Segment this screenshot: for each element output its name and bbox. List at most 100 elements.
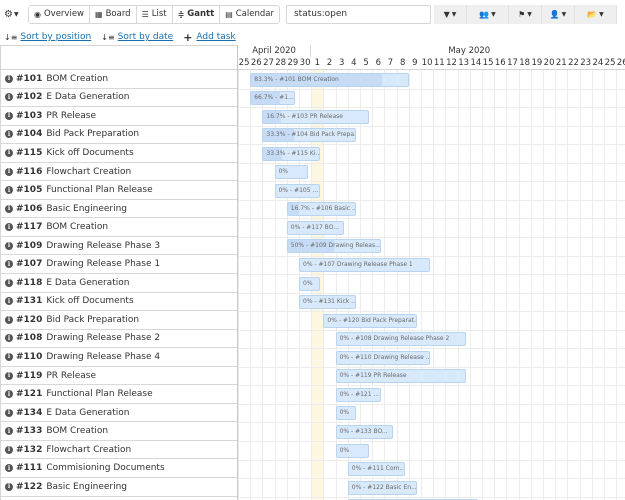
gantt-bar[interactable]: 33.3% - #115 Ki... xyxy=(262,146,320,161)
task-row[interactable]: i #122 Basic Engineering xyxy=(0,478,237,497)
status-filter-input[interactable] xyxy=(285,4,431,24)
info-icon[interactable]: i xyxy=(5,260,13,269)
info-icon[interactable]: i xyxy=(5,482,13,491)
info-icon[interactable]: i xyxy=(5,167,13,176)
task-row[interactable]: i #103 PR Release xyxy=(0,107,237,126)
task-row[interactable]: i #110 Drawing Release Phase 4 xyxy=(0,348,237,367)
task-row[interactable]: i #108 Drawing Release Phase 2 xyxy=(0,329,237,349)
task-row[interactable]: i #134 E Data Generation xyxy=(0,403,237,423)
gantt-bar[interactable]: 0% xyxy=(274,165,308,180)
day-header: 25 26 27 28 29 30 1 2 3 4 5 6 7 8 9 10 11 12 13 14 15 16 17 18 1… xyxy=(238,57,625,70)
gantt-bar[interactable]: 0% - #131 Kick ... xyxy=(299,295,357,310)
task-row[interactable]: i #120 Bid Pack Preparation xyxy=(0,311,237,330)
info-icon[interactable]: i xyxy=(5,111,13,120)
task-row[interactable]: i #132 Flowchart Creation xyxy=(0,440,237,460)
info-icon[interactable]: i xyxy=(5,408,13,417)
gantt-bar[interactable]: 66.7% - #1... xyxy=(250,91,296,106)
task-row[interactable]: i #102 E Data Generation xyxy=(0,88,237,108)
view-board-button[interactable]: ▦ Board xyxy=(90,5,137,23)
info-icon[interactable]: i xyxy=(5,297,13,306)
info-icon[interactable]: i xyxy=(5,371,13,380)
sort-by-date-link[interactable]: ↓≡ Sort by date xyxy=(101,32,173,42)
grid-column-line xyxy=(579,70,581,500)
gantt-bar[interactable]: 0% - #110 Drawing Release ... xyxy=(335,350,430,365)
task-row[interactable]: i #109 Drawing Release Phase 3 xyxy=(0,236,237,256)
info-icon[interactable]: i xyxy=(5,464,13,473)
gantt-bar[interactable]: 83.3% - #101 BOM Creation xyxy=(250,72,409,87)
info-icon[interactable]: i xyxy=(5,93,13,102)
info-icon[interactable]: i xyxy=(5,445,13,454)
task-row[interactable]: i #131 Kick off Documents xyxy=(0,292,237,312)
gantt-bar[interactable]: 0% - #111 Com... xyxy=(347,462,406,477)
info-icon[interactable]: i xyxy=(5,74,13,83)
task-row[interactable]: i #115 Kick off Documents xyxy=(0,144,237,163)
folder-icon: 📂 xyxy=(587,9,598,19)
task-row[interactable]: i #117 BOM Creation xyxy=(0,218,237,237)
info-icon[interactable]: i xyxy=(5,315,13,324)
view-overview-button[interactable]: ◉ Overview xyxy=(29,5,91,23)
view-list-button[interactable]: ☰ List xyxy=(136,5,173,23)
gantt-bar[interactable]: 0% - #107 Drawing Release Phase 1 xyxy=(299,258,430,272)
gantt-bar[interactable]: 0% - #122 Basic En... xyxy=(347,480,418,495)
gantt-bar[interactable]: 0% - #120 Bid Pack Preparat... xyxy=(323,313,418,328)
gantt-bar[interactable]: 0% - #121 ... xyxy=(335,387,381,402)
task-row[interactable]: i #106 Basic Engineering xyxy=(0,199,237,219)
task-name: PR Release xyxy=(46,110,97,121)
info-icon[interactable]: i xyxy=(5,148,13,157)
flag-filter-button[interactable]: ⚑ ▼ xyxy=(508,4,542,24)
gantt-bar[interactable]: 0% - #117 BO... xyxy=(286,220,345,235)
info-icon[interactable]: i xyxy=(5,390,13,399)
task-number: #121 xyxy=(16,389,43,400)
user-filter-button[interactable]: 👤 ▼ xyxy=(541,4,575,24)
task-row[interactable]: i #101 BOM Creation xyxy=(0,70,237,89)
task-row[interactable]: i #119 PR Release xyxy=(0,366,237,386)
folder-filter-button[interactable]: 📂 ▼ xyxy=(574,4,617,24)
view-calendar-button[interactable]: ▤ Calendar xyxy=(220,5,279,23)
grid-row-line xyxy=(238,88,625,90)
info-icon[interactable]: i xyxy=(5,204,13,213)
users-filter-button[interactable]: 👥 ▼ xyxy=(466,4,509,24)
add-task-link[interactable]: + Add task xyxy=(183,31,235,44)
task-row[interactable]: i #105 Functional Plan Release xyxy=(0,181,237,200)
bar-label: 50% - #109 Drawing Releas... xyxy=(290,242,381,250)
view-gantt-button[interactable]: ≑ Gantt xyxy=(172,5,221,23)
gantt-bar[interactable]: 0% xyxy=(335,443,369,458)
info-icon[interactable]: i xyxy=(5,241,13,250)
info-icon[interactable]: i xyxy=(5,278,13,287)
caret-down-icon: ▼ xyxy=(599,10,604,18)
info-icon[interactable]: i xyxy=(5,352,13,361)
sort-by-position-link[interactable]: ↓≡ Sort by position xyxy=(4,32,91,42)
gantt-bar[interactable]: 16.7% - #106 Basic ... xyxy=(286,202,357,217)
task-row[interactable]: i #104 Bid Pack Preparation xyxy=(0,125,237,145)
grid-row-line xyxy=(238,385,625,387)
info-icon[interactable]: i xyxy=(5,427,13,436)
task-number: #105 xyxy=(16,185,43,196)
info-icon[interactable]: i xyxy=(5,130,13,139)
task-number: #102 xyxy=(16,92,43,103)
bar-label: 0% - #121 ... xyxy=(339,390,380,398)
gantt-bar[interactable]: 0% xyxy=(299,276,320,291)
flag-icon: ⚑ xyxy=(518,9,526,19)
gantt-bar[interactable]: 0% xyxy=(335,406,357,421)
gantt-bar[interactable]: 50% - #109 Drawing Releas... xyxy=(286,239,381,254)
info-icon[interactable]: i xyxy=(5,186,13,195)
task-row[interactable] xyxy=(0,496,237,500)
gantt-bar[interactable]: 0% - #133 BO... xyxy=(335,424,393,439)
task-row[interactable]: i #116 Flowchart Creation xyxy=(0,162,237,182)
settings-menu[interactable]: ⚙ ▼ xyxy=(4,4,26,24)
task-row[interactable]: i #133 BOM Creation xyxy=(0,422,237,441)
gantt-bar[interactable]: 0% - #105 ... xyxy=(274,183,320,198)
info-icon[interactable]: i xyxy=(5,334,13,343)
info-icon[interactable]: i xyxy=(5,223,13,232)
gantt-bar[interactable]: 0% - #108 Drawing Release Phase 2 xyxy=(335,332,467,347)
filter-filter-button[interactable]: ▼ ▼ xyxy=(433,4,467,24)
gantt-bar[interactable]: 33.3% - #104 Bid Pack Prepa... xyxy=(262,128,357,143)
task-row[interactable]: i #107 Drawing Release Phase 1 xyxy=(0,255,237,275)
gantt-bar[interactable]: 0% - #119 PR Release xyxy=(335,369,467,384)
task-row[interactable]: i #118 E Data Generation xyxy=(0,274,237,293)
gantt-bar[interactable]: 16.7% - #103 PR Release xyxy=(262,109,369,124)
task-row[interactable]: i #111 Commisioning Documents xyxy=(0,459,237,479)
task-row[interactable]: i #121 Functional Plan Release xyxy=(0,385,237,404)
bar-label: 33.3% - #104 Bid Pack Prepa... xyxy=(266,131,357,139)
task-number: #106 xyxy=(16,203,43,214)
